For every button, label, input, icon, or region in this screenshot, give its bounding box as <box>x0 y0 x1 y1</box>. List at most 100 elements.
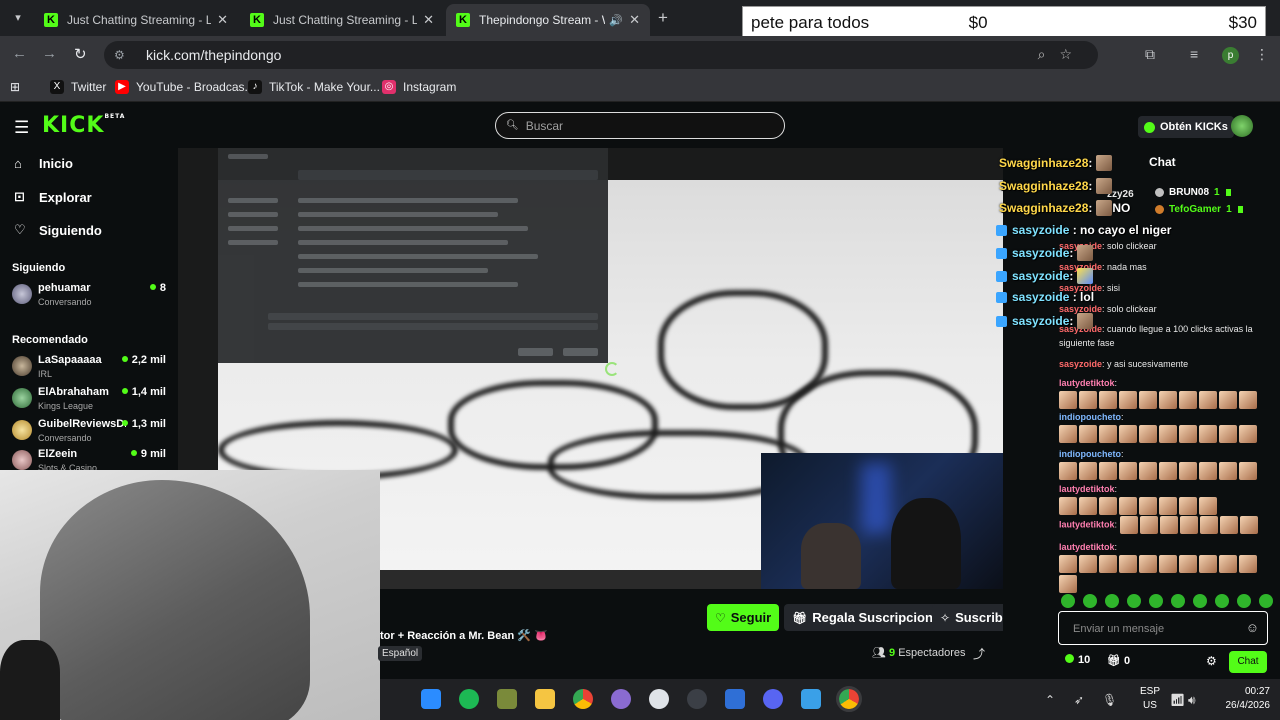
emote-icon[interactable] <box>1149 594 1163 608</box>
chat-username[interactable]: lautydetiktok <box>1059 378 1115 388</box>
microphone-icon[interactable]: 🎙︎ <box>1102 693 1117 707</box>
chat-username[interactable]: lautydetiktok <box>1059 519 1115 529</box>
site-info-icon[interactable]: ⚙ <box>114 48 134 62</box>
volume-icon[interactable]: 🔊︎ <box>1188 693 1196 708</box>
send-chat-button[interactable]: Chat <box>1229 651 1267 673</box>
share-icon[interactable]: ⤴ <box>973 645 985 662</box>
channel-item[interactable]: ElAbrahaham Kings League 1,4 mil <box>12 384 166 416</box>
kick-logo[interactable]: KICKBETA <box>42 113 125 138</box>
emote-icon[interactable] <box>1237 594 1251 608</box>
address-bar[interactable]: ⚙ kick.com/thepindongo ⌕☆ <box>104 41 1098 69</box>
emote-icon[interactable] <box>1083 594 1097 608</box>
emote-icon[interactable] <box>1171 594 1185 608</box>
browser-toolbar: ← → ↻ ⚙ kick.com/thepindongo ⌕☆ ⧉ ≡ ⋮ <box>0 36 1280 74</box>
tray-chevron-icon[interactable]: ⌃ <box>1045 693 1055 707</box>
emote-icon[interactable] <box>1127 594 1141 608</box>
nav-label: Explorar <box>39 189 92 205</box>
browser-tab-2[interactable]: K Just Chatting Streaming - Live S ✕ <box>240 4 444 36</box>
speaker-icon[interactable]: 🔊 <box>609 14 623 27</box>
hamburger-menu-icon[interactable]: ☰ <box>14 118 29 138</box>
instagram-logo-icon: ◎ <box>382 80 396 94</box>
gift-count[interactable]: 🎁︎ 0 <box>1107 654 1130 667</box>
sidebar-item-explorar[interactable]: ⊡ Explorar <box>14 189 92 205</box>
chat-username[interactable]: sasyzoide <box>1059 359 1102 369</box>
emote-icon[interactable] <box>1193 594 1207 608</box>
channel-item[interactable]: GuibelReviewsD... Conversando 1,3 mil <box>12 416 166 448</box>
bookmark-youtube[interactable]: ▶ YouTube - Broadcas... <box>115 80 255 94</box>
extensions-icon[interactable]: ⧉ <box>1145 46 1155 63</box>
avatar <box>12 284 32 304</box>
discord-icon[interactable] <box>763 689 783 709</box>
chat-input[interactable]: Enviar un mensaje ☺ <box>1058 611 1268 645</box>
gift-subs-button[interactable]: 🎁︎ Regala Suscripciones <box>784 604 956 631</box>
sidebar-item-inicio[interactable]: ⌂ Inicio <box>14 156 73 171</box>
reload-icon[interactable]: ↻ <box>74 45 87 63</box>
channel-item[interactable]: ElZeein Slots & Casino 9 mil <box>12 446 166 473</box>
sparkle-icon: ✧ <box>940 610 951 625</box>
app-icon[interactable] <box>497 689 517 709</box>
wifi-icon[interactable]: 📶︎ <box>1170 693 1185 707</box>
goal-current: $0 <box>968 13 988 32</box>
input-language[interactable]: ESP US <box>1140 685 1160 713</box>
emoji-picker-icon[interactable]: ☺ <box>1246 620 1259 635</box>
overlay-badge-icon <box>996 247 1007 259</box>
emote-icon[interactable] <box>1105 594 1119 608</box>
chrome-active-icon[interactable] <box>836 686 862 712</box>
media-controls-icon[interactable]: ≡ <box>1190 46 1198 62</box>
chat-app-icon[interactable] <box>611 689 631 709</box>
bookmark-instagram[interactable]: ◎ Instagram <box>382 80 456 94</box>
file-explorer-icon[interactable] <box>535 689 555 709</box>
browser-tab-active[interactable]: K Thepindongo Stream - Watc 🔊 ✕ <box>446 4 650 36</box>
obs-icon[interactable] <box>687 689 707 709</box>
clock[interactable]: 00:27 26/4/2026 <box>1216 685 1271 713</box>
photos-icon[interactable] <box>801 689 821 709</box>
channel-item[interactable]: LaSapaaaaa IRL 2,2 mil <box>12 352 166 384</box>
chrome-icon[interactable] <box>573 689 593 709</box>
bookmark-tiktok[interactable]: ♪ TikTok - Make Your... <box>248 80 380 94</box>
kicks-balance[interactable]: 10 <box>1065 654 1090 666</box>
tab-close-icon[interactable]: ✕ <box>423 12 434 28</box>
user-avatar[interactable] <box>1231 115 1253 137</box>
bookmark-star-icon[interactable]: ☆ <box>1059 46 1086 62</box>
tab-close-icon[interactable]: ✕ <box>629 12 640 28</box>
dialog-side-row <box>228 198 278 203</box>
emote-icon[interactable] <box>1061 594 1075 608</box>
apps-grid-icon[interactable]: ⊞ <box>10 80 20 94</box>
zoom-icon[interactable]: ⌕ <box>1038 46 1060 62</box>
emote-icon[interactable] <box>1259 594 1273 608</box>
bookmarks-bar: ⊞ X Twitter ▶ YouTube - Broadcas... ♪ Ti… <box>0 74 1280 102</box>
spotify-icon[interactable] <box>459 689 479 709</box>
emote-icon[interactable] <box>1215 594 1229 608</box>
gear-icon[interactable]: ⚙ <box>1206 654 1217 668</box>
bookmark-twitter[interactable]: X Twitter <box>50 80 106 94</box>
chat-username[interactable]: lautydetiktok <box>1059 542 1115 552</box>
channel-item[interactable]: pehuamar Conversando 8 <box>12 280 166 312</box>
sidebar-item-siguiendo[interactable]: ♡ Siguiendo <box>14 222 102 238</box>
search-icon: 🔍︎ <box>506 120 519 131</box>
windows-start-icon[interactable] <box>421 689 441 709</box>
chat-username[interactable]: indiopoucheto <box>1059 412 1121 422</box>
lang-top: ESP <box>1140 686 1161 697</box>
ccleaner-icon[interactable] <box>649 689 669 709</box>
get-kicks-button[interactable]: Obtén KICKs <box>1138 116 1234 138</box>
home-icon: ⌂ <box>14 156 22 171</box>
browser-tab-1[interactable]: K Just Chatting Streaming - Live S ✕ <box>34 4 238 36</box>
follow-button[interactable]: ♡ Seguir <box>707 604 780 631</box>
app-icon[interactable] <box>725 689 745 709</box>
new-tab-plus-icon[interactable]: + <box>658 8 668 28</box>
tray-app-icon[interactable]: ➶ <box>1074 693 1084 707</box>
tab-close-icon[interactable]: ✕ <box>217 12 228 28</box>
search-input[interactable]: 🔍︎ Buscar <box>495 112 785 139</box>
chat-username[interactable]: indiopoucheto <box>1059 449 1121 459</box>
back-arrow-icon[interactable]: ← <box>12 45 27 62</box>
channel-category: IRL <box>38 369 53 379</box>
clock-date: 26/4/2026 <box>1225 700 1271 711</box>
browser-menu-icon[interactable]: ⋮ <box>1255 46 1269 63</box>
tab-search-chevron-icon[interactable]: ▾ <box>8 8 28 28</box>
avatar <box>12 388 32 408</box>
profile-avatar[interactable]: p <box>1222 47 1239 64</box>
forward-arrow-icon[interactable]: → <box>42 45 57 62</box>
chat-username[interactable]: lautydetiktok <box>1059 484 1115 494</box>
language-tag[interactable]: Español <box>378 646 423 661</box>
emote-row <box>1059 554 1273 594</box>
